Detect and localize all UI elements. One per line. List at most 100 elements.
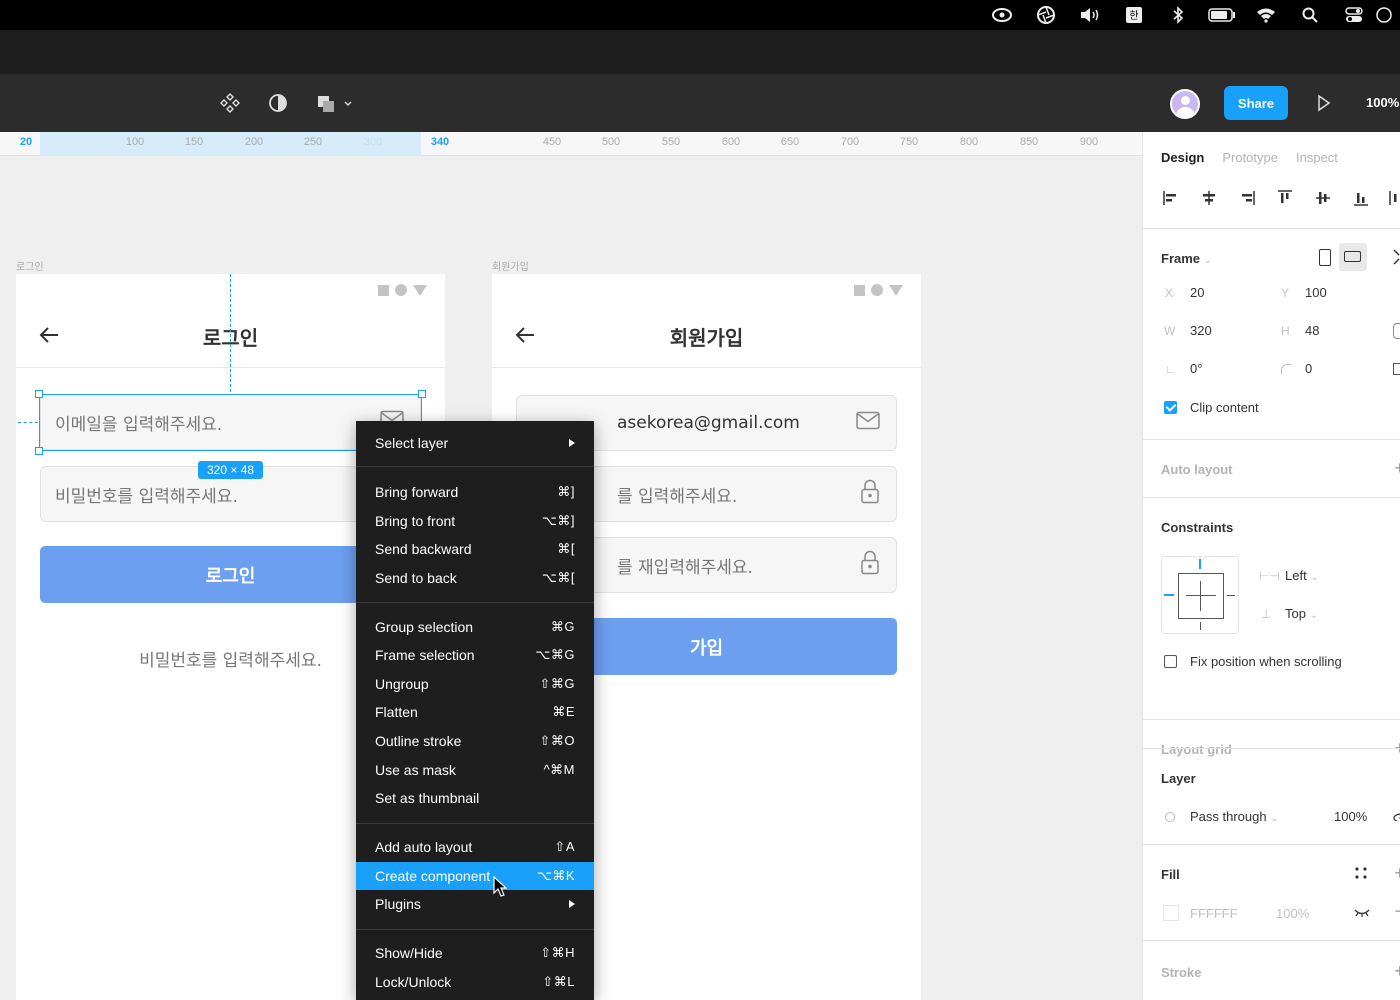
menu-item-lock-unlock[interactable]: Lock/Unlock ⇧⌘L xyxy=(356,968,594,996)
menu-item-ungroup[interactable]: Ungroup ⇧⌘G xyxy=(356,670,594,698)
portrait-orientation-icon[interactable] xyxy=(1319,249,1331,266)
corner-radius-icon xyxy=(1281,364,1291,374)
menu-item-select-layer[interactable]: Select layer xyxy=(356,429,594,457)
menu-item-bring-forward[interactable]: Bring forward ⌘] xyxy=(356,478,594,506)
resize-handle[interactable] xyxy=(418,390,426,398)
input-source-icon[interactable]: 한 xyxy=(1112,0,1156,30)
align-horizontal-center-icon[interactable] xyxy=(1199,188,1219,208)
signup-email-value: asekorea@gmail.com xyxy=(617,413,800,433)
ruler-tick: 150 xyxy=(184,136,204,148)
menu-item-add-auto-layout[interactable]: Add auto layout ⇧A xyxy=(356,833,594,861)
fill-color-swatch[interactable] xyxy=(1163,905,1179,921)
corner-radius-input[interactable]: 0 xyxy=(1305,361,1312,376)
aperture-icon[interactable] xyxy=(1024,0,1068,30)
battery-icon[interactable] xyxy=(1200,0,1244,30)
vertical-constraint-value: Top xyxy=(1285,606,1306,621)
tab-prototype[interactable]: Prototype xyxy=(1222,150,1278,165)
eye-icon[interactable] xyxy=(1393,811,1400,821)
landscape-orientation-button[interactable] xyxy=(1339,243,1367,271)
menu-item-set-as-thumbnail[interactable]: Set as thumbnail xyxy=(356,784,594,812)
distribute-icon[interactable] xyxy=(1387,188,1399,208)
menu-item-bring-to-front[interactable]: Bring to front ⌥⌘] xyxy=(356,507,594,535)
menu-item-label: Select layer xyxy=(375,435,449,451)
menu-item-group-selection[interactable]: Group selection ⌘G xyxy=(356,613,594,641)
menu-item-plugins[interactable]: Plugins xyxy=(356,890,594,918)
control-center-icon[interactable] xyxy=(1332,0,1376,30)
align-vertical-center-icon[interactable] xyxy=(1313,188,1333,208)
x-input[interactable]: 20 xyxy=(1190,285,1204,300)
menu-item-label: Bring to front xyxy=(375,513,456,529)
align-left-icon[interactable] xyxy=(1161,188,1181,208)
height-input[interactable]: 48 xyxy=(1305,323,1319,338)
horizontal-constraint-dropdown[interactable]: Left ⌄ xyxy=(1285,568,1319,583)
align-top-icon[interactable] xyxy=(1275,188,1295,208)
zoom-level[interactable]: 100% xyxy=(1366,95,1399,110)
tab-inspect[interactable]: Inspect xyxy=(1296,150,1338,165)
boolean-operations-icon[interactable] xyxy=(314,91,356,115)
horizontal-ruler: 20 100 150 200 250 300 340 450 500 550 6… xyxy=(0,132,1142,156)
user-avatar[interactable] xyxy=(1170,89,1200,119)
fill-opacity-input[interactable]: 100% xyxy=(1276,906,1309,921)
chevron-down-icon: ⌄ xyxy=(1309,610,1318,621)
menu-item-use-as-mask[interactable]: Use as mask ^⌘M xyxy=(356,756,594,784)
frame-label-signup[interactable]: 회원가입 xyxy=(492,258,529,273)
menu-item-show-hide[interactable]: Show/Hide ⇧⌘H xyxy=(356,939,594,967)
frame-section-title[interactable]: Frame ⌄ xyxy=(1161,251,1212,266)
fix-position-checkbox[interactable] xyxy=(1164,655,1177,668)
align-right-icon[interactable] xyxy=(1237,188,1257,208)
submenu-arrow-icon xyxy=(569,439,575,447)
spotlight-search-icon[interactable] xyxy=(1288,0,1332,30)
menu-item-send-to-back[interactable]: Send to back ⌥⌘[ xyxy=(356,564,594,592)
menu-item-frame-selection[interactable]: Frame selection ⌥⌘G xyxy=(356,641,594,669)
independent-corners-icon[interactable] xyxy=(1393,363,1400,375)
menu-shortcut: ⌘[ xyxy=(557,541,575,556)
user-switcher-icon[interactable] xyxy=(1376,0,1400,30)
align-bottom-icon[interactable] xyxy=(1351,188,1371,208)
resize-handle[interactable] xyxy=(35,447,43,455)
eye-closed-icon[interactable] xyxy=(1353,907,1371,922)
width-input[interactable]: 320 xyxy=(1190,323,1212,338)
add-auto-layout-icon[interactable]: + xyxy=(1394,458,1400,479)
add-stroke-icon[interactable]: + xyxy=(1394,961,1400,982)
present-play-icon[interactable] xyxy=(1316,93,1332,113)
layer-opacity-input[interactable]: 100% xyxy=(1334,809,1367,824)
bluetooth-icon[interactable] xyxy=(1156,0,1200,30)
menu-item-flatten[interactable]: Flatten ⌘E xyxy=(356,698,594,726)
remove-fill-icon[interactable]: − xyxy=(1394,901,1400,922)
rotation-input[interactable]: 0° xyxy=(1190,361,1202,376)
share-button[interactable]: Share xyxy=(1224,86,1288,120)
constraint-widget[interactable] xyxy=(1161,556,1239,634)
vertical-constraint-dropdown[interactable]: Top ⌄ xyxy=(1285,606,1318,621)
menu-item-label: Ungroup xyxy=(375,676,429,692)
measure-guide-vertical xyxy=(230,274,231,392)
alignment-toolbar xyxy=(1159,188,1399,212)
wifi-icon[interactable] xyxy=(1244,0,1288,30)
creative-cloud-icon[interactable] xyxy=(980,0,1024,30)
stroke-section: Stroke + xyxy=(1143,940,1400,1000)
blend-mode-dropdown[interactable]: Pass through ⌄ xyxy=(1190,809,1279,824)
mask-icon[interactable] xyxy=(266,91,290,115)
menu-item-outline-stroke[interactable]: Outline stroke ⇧⌘O xyxy=(356,727,594,755)
ruler-tick: 340 xyxy=(430,136,450,148)
resize-to-fit-icon[interactable] xyxy=(1391,247,1400,267)
style-grid-icon[interactable] xyxy=(1355,867,1367,882)
menu-item-create-component[interactable]: Create component ⌥⌘K xyxy=(356,862,594,890)
ruler-tick: 250 xyxy=(303,136,323,148)
volume-icon[interactable] xyxy=(1068,0,1112,30)
ruler-tick: 100 xyxy=(125,136,145,148)
menu-item-send-backward[interactable]: Send backward ⌘[ xyxy=(356,535,594,563)
clip-content-checkbox[interactable] xyxy=(1164,401,1177,414)
ruler-tick: 450 xyxy=(542,136,562,148)
component-icon[interactable] xyxy=(218,91,242,115)
vertical-constraint-icon: ⊥ xyxy=(1261,607,1272,621)
y-input[interactable]: 100 xyxy=(1305,285,1327,300)
frame-label-login[interactable]: 로그인 xyxy=(16,258,44,273)
selection-size-badge: 320 × 48 xyxy=(198,461,263,479)
system-menu-bar: 한 xyxy=(0,0,1400,30)
menu-item-label: Plugins xyxy=(375,896,421,912)
resize-handle[interactable] xyxy=(35,390,43,398)
tab-design[interactable]: Design xyxy=(1161,150,1204,165)
fill-hex-input[interactable]: FFFFFF xyxy=(1190,906,1238,921)
add-fill-icon[interactable]: + xyxy=(1394,863,1400,884)
constrain-proportions-icon[interactable] xyxy=(1393,323,1400,339)
